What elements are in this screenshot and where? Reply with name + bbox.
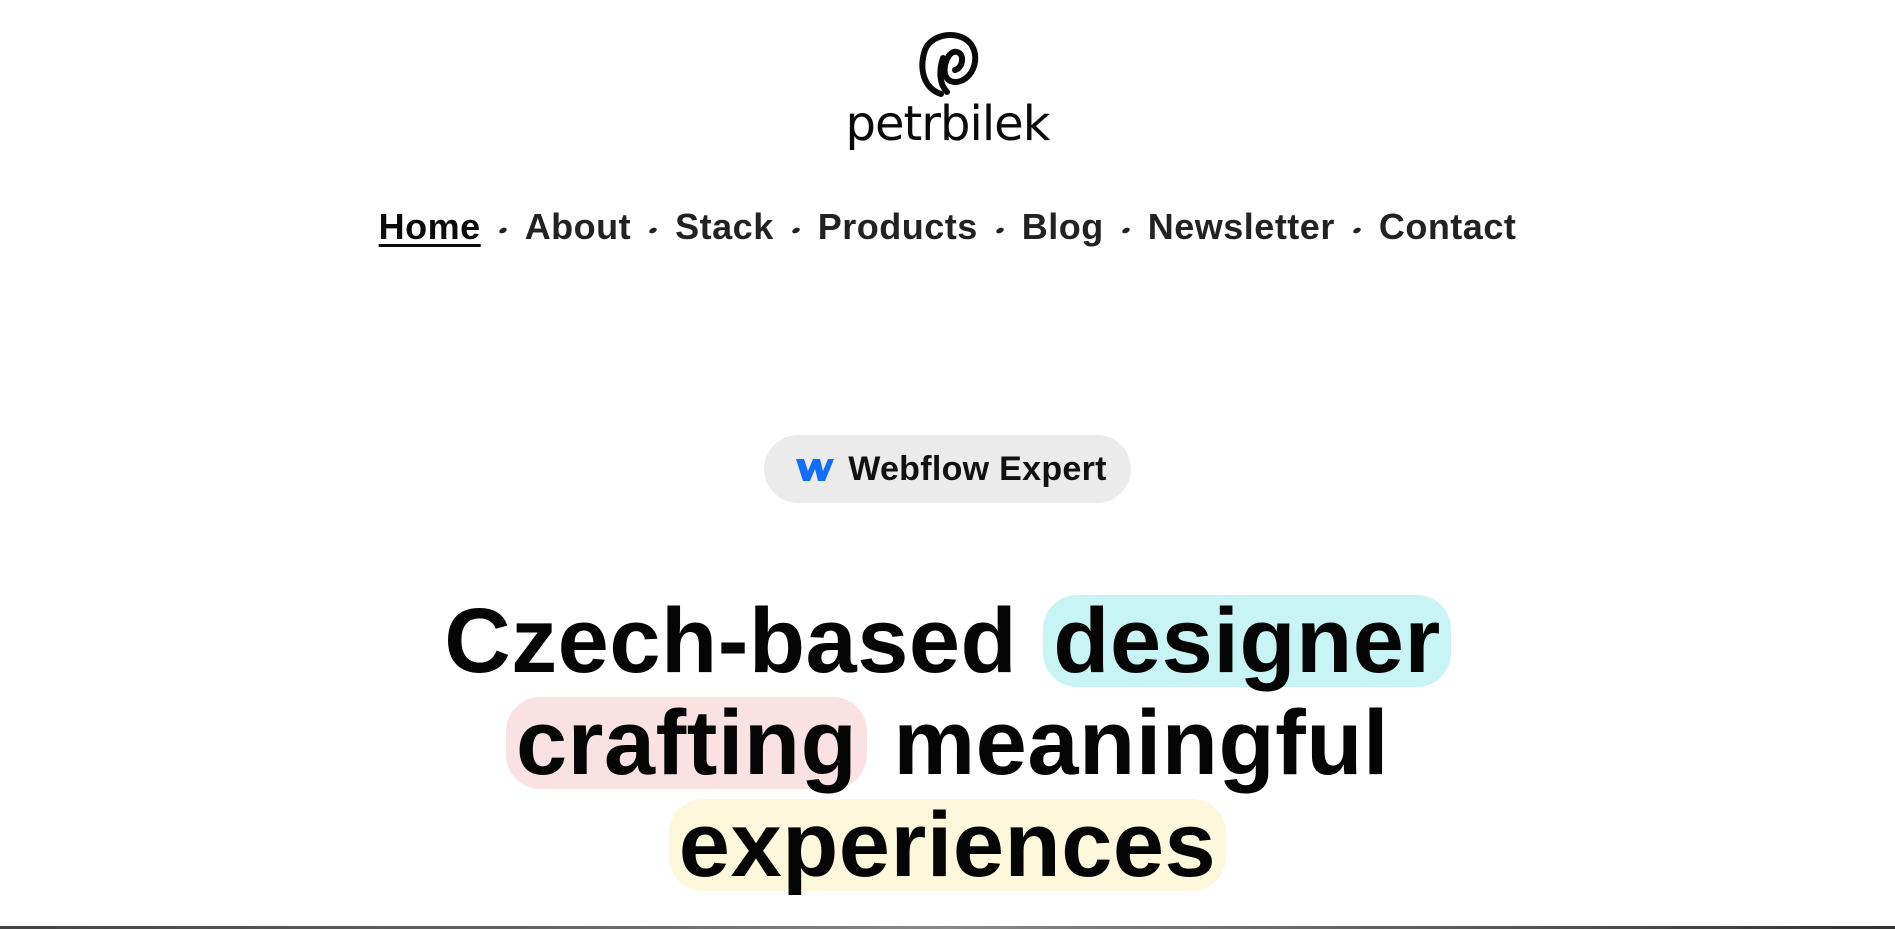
dot-icon [481, 222, 525, 234]
nav-item-newsletter[interactable]: Newsletter [1148, 206, 1335, 248]
headline-text: Czech-based [444, 589, 1018, 692]
highlight-designer: designer [1043, 594, 1451, 687]
page: petrbilek Home About Stack Products Blog… [0, 0, 1895, 929]
badge-label: Webflow Expert [848, 449, 1107, 488]
webflow-logo-icon [796, 459, 835, 481]
nav-item-blog[interactable]: Blog [1022, 206, 1104, 248]
nav-item-products[interactable]: Products [818, 206, 978, 248]
dot-icon [1335, 222, 1379, 234]
site-logo[interactable]: petrbilek [0, 28, 1895, 148]
dot-icon [631, 222, 675, 234]
headline-text: meaningful [893, 691, 1390, 794]
headline-line-1: Czech-based designer [0, 590, 1895, 692]
hero-headline: Czech-based designer crafting meaningful… [0, 590, 1895, 896]
main-nav: Home About Stack Products Blog Newslette… [0, 206, 1895, 248]
nav-item-stack[interactable]: Stack [675, 206, 774, 248]
highlight-experiences: experiences [668, 798, 1227, 891]
dot-icon [1104, 222, 1148, 234]
p-monogram-icon [918, 32, 978, 97]
dot-icon [774, 222, 818, 234]
nav-item-home[interactable]: Home [379, 206, 481, 248]
webflow-expert-badge: Webflow Expert [764, 435, 1131, 503]
logo-wordmark: petrbilek [845, 96, 1050, 152]
dot-icon [978, 222, 1022, 234]
headline-line-3: experiences [0, 794, 1895, 896]
nav-item-about[interactable]: About [525, 206, 631, 248]
nav-item-contact[interactable]: Contact [1379, 206, 1517, 248]
badge-wrapper: Webflow Expert [0, 435, 1895, 503]
highlight-crafting: crafting [505, 696, 868, 789]
headline-line-2: crafting meaningful [0, 692, 1895, 794]
